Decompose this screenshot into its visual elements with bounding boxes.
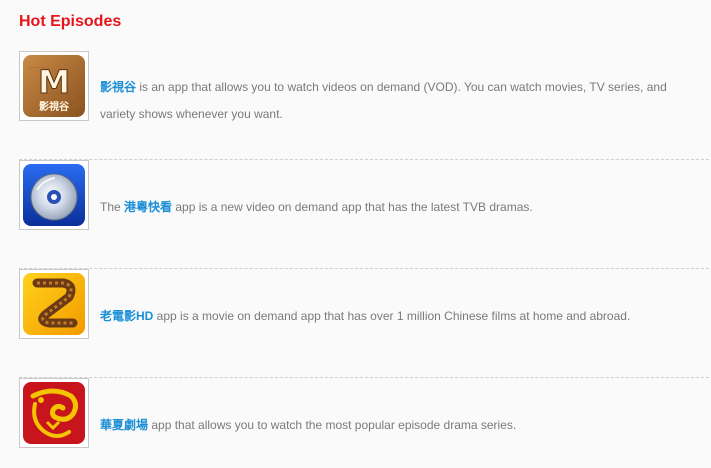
gangyue-kuaikan-app-icon[interactable] [19,160,89,230]
icon-letter: M [38,63,70,101]
episode-description: The 港粵快看 app is a new video on demand ap… [100,200,533,214]
app-name-link[interactable]: 老電影HD [100,309,153,323]
hot-episodes-page: Hot Episodes M 影視谷 影視谷 is an app that al… [0,0,711,468]
huaxia-juchang-app-icon[interactable] [19,378,89,448]
icon-label: 影視谷 [39,100,70,113]
episode-list: M 影視谷 影視谷 is an app that allows you to w… [19,51,709,468]
dragon-icon [23,382,85,444]
list-item: The 港粵快看 app is a new video on demand ap… [19,160,709,269]
yingshigu-app-icon[interactable]: M 影視谷 [19,51,89,121]
episode-description: 華夏劇場 app that allows you to watch the mo… [100,418,517,432]
film-reel-icon [23,273,85,335]
episode-description: 影視谷 is an app that allows you to watch v… [100,80,667,121]
app-name-link[interactable]: 影視谷 [100,80,136,94]
section-title: Hot Episodes [19,13,122,30]
laodianying-hd-app-icon[interactable] [19,269,89,339]
episode-description: 老電影HD app is a movie on demand app that … [100,309,631,323]
app-name-link[interactable]: 港粵快看 [124,200,172,214]
yingshigu-icon-graphic: M 影視谷 [23,55,85,117]
list-item: 華夏劇場 app that allows you to watch the mo… [19,378,709,468]
list-item: 老電影HD app is a movie on demand app that … [19,269,709,378]
disc-icon [23,164,85,226]
list-item: M 影視谷 影視谷 is an app that allows you to w… [19,51,709,160]
app-name-link[interactable]: 華夏劇場 [100,418,148,432]
